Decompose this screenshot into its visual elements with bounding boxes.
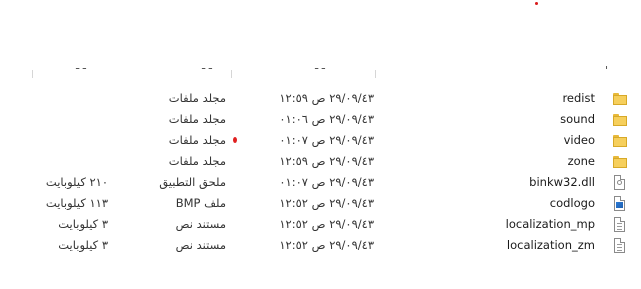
size-column-header[interactable]: ـ ـ	[76, 66, 86, 72]
file-date: ٢٩/٠٩/٤٣ ص ٠١:٠٦	[279, 112, 374, 126]
red-dot-marker	[535, 2, 538, 5]
file-row[interactable]: zone ٢٩/٠٩/٤٣ ص ١٢:٥٩ مجلد ملفات	[0, 151, 641, 172]
file-date: ٢٩/٠٩/٤٣ ص ١٢:٥٢	[279, 217, 374, 231]
file-name: sound	[560, 112, 595, 126]
text-file-icon	[614, 238, 625, 253]
bitmap-file-icon	[614, 196, 625, 211]
column-separator[interactable]	[32, 70, 33, 78]
dll-file-icon	[614, 175, 625, 190]
date-column-header[interactable]: ـ ـ	[315, 66, 325, 72]
file-name: localization_mp	[505, 217, 595, 231]
file-size	[20, 151, 108, 172]
folder-icon	[613, 112, 627, 127]
file-size	[20, 109, 108, 130]
file-row[interactable]: localization_mp ٢٩/٠٩/٤٣ ص ١٢:٥٢ مستند ن…	[0, 214, 641, 235]
file-row[interactable]: localization_zm ٢٩/٠٩/٤٣ ص ١٢:٥٢ مستند ن…	[0, 235, 641, 256]
file-type: مستند نص	[175, 238, 226, 252]
name-column-header[interactable]: ا	[605, 66, 608, 72]
file-size: ٢١٠ كيلوبايت	[45, 175, 108, 189]
file-row[interactable]: video ٢٩/٠٩/٤٣ ص ٠١:٠٧ مجلد ملفات	[0, 130, 641, 151]
file-type: مجلد ملفات	[168, 154, 226, 168]
file-size: ٣ كيلوبايت	[58, 217, 108, 231]
file-type: مجلد ملفات	[168, 91, 226, 105]
file-row[interactable]: redist ٢٩/٠٩/٤٣ ص ١٢:٥٩ مجلد ملفات	[0, 88, 641, 109]
folder-icon	[613, 91, 627, 106]
file-type: مجلد ملفات	[168, 112, 226, 126]
file-name: video	[563, 133, 595, 147]
file-row[interactable]: sound ٢٩/٠٩/٤٣ ص ٠١:٠٦ مجلد ملفات	[0, 109, 641, 130]
file-row[interactable]: codlogo ٢٩/٠٩/٤٣ ص ١٢:٥٢ ملف BMP ١١٣ كيل…	[0, 193, 641, 214]
file-date: ٢٩/٠٩/٤٣ ص ٠١:٠٧	[279, 133, 374, 147]
file-size	[20, 130, 108, 151]
file-type: ملحق التطبيق	[159, 175, 226, 189]
file-name: localization_zm	[506, 238, 595, 252]
column-separator[interactable]	[231, 70, 232, 78]
type-column-header[interactable]: ـ ـ	[202, 66, 212, 72]
column-header-strip: ا ـ ـ ـ ـ ـ ـ	[30, 66, 630, 78]
text-file-icon	[614, 217, 625, 232]
file-type: مجلد ملفات	[168, 133, 226, 147]
file-name: codlogo	[549, 196, 595, 210]
file-size: ٣ كيلوبايت	[58, 238, 108, 252]
file-date: ٢٩/٠٩/٤٣ ص ١٢:٥٢	[279, 238, 374, 252]
file-row[interactable]: binkw32.dll ٢٩/٠٩/٤٣ ص ٠١:٠٧ ملحق التطبي…	[0, 172, 641, 193]
file-type: ملف BMP	[175, 196, 226, 210]
column-separator[interactable]	[375, 70, 376, 78]
folder-icon	[613, 154, 627, 169]
file-name: redist	[562, 91, 595, 105]
file-date: ٢٩/٠٩/٤٣ ص ٠١:٠٧	[279, 175, 374, 189]
file-size: ١١٣ كيلوبايت	[45, 196, 108, 210]
file-date: ٢٩/٠٩/٤٣ ص ١٢:٥٩	[279, 91, 374, 105]
file-size	[20, 88, 108, 109]
file-date: ٢٩/٠٩/٤٣ ص ١٢:٥٢	[279, 196, 374, 210]
file-name: zone	[567, 154, 595, 168]
file-date: ٢٩/٠٩/٤٣ ص ١٢:٥٩	[279, 154, 374, 168]
file-name: binkw32.dll	[529, 175, 595, 189]
file-type: مستند نص	[175, 217, 226, 231]
folder-icon	[613, 133, 627, 148]
